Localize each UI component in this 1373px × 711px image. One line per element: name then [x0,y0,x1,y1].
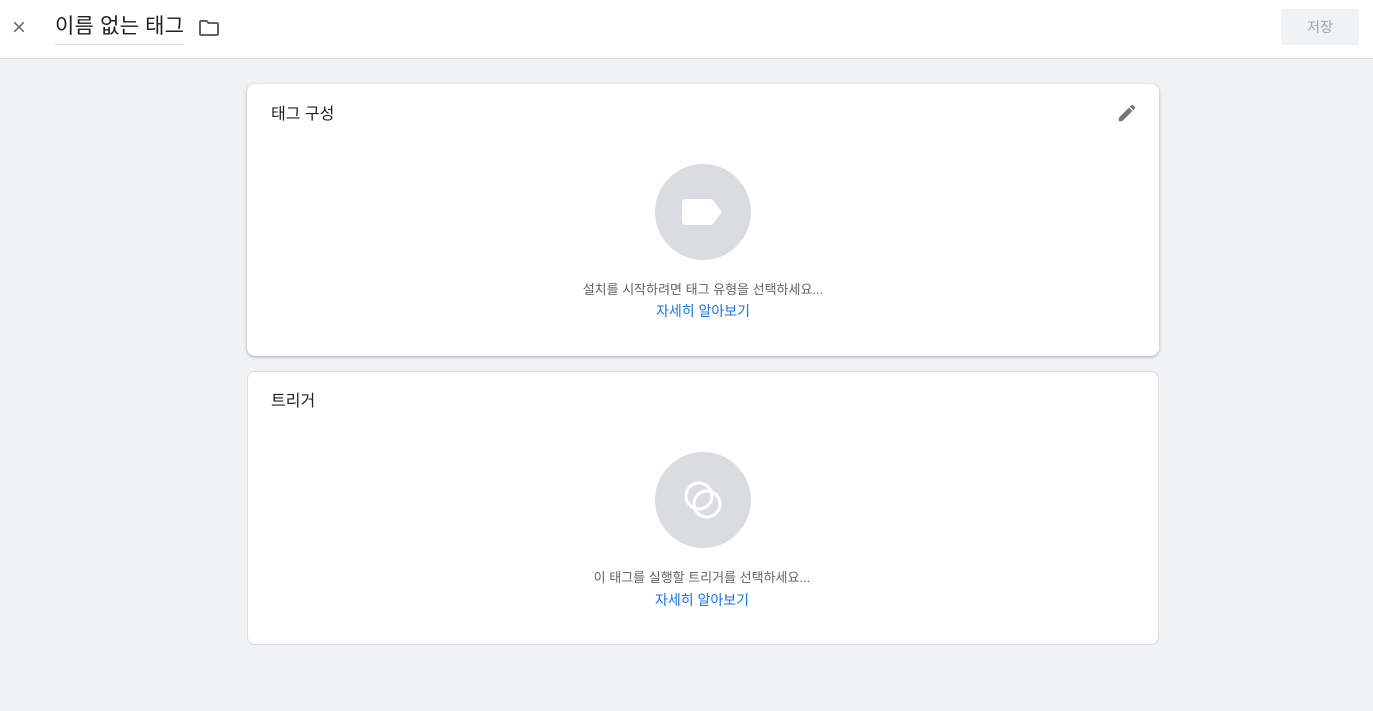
top-app-bar: 이름 없는 태그 저장 [0,0,1373,59]
trigger-icon [684,481,722,519]
tag-config-hint: 설치를 시작하려면 태그 유형을 선택하세요... [582,282,824,297]
close-icon [13,21,25,33]
learn-more-link: 자세히 알아보기 [247,590,1157,610]
trigger-placeholder[interactable] [655,452,751,548]
triggering-card[interactable]: 트리거 이 태그를 실행할 트리거를 선택하세요... 자세히 알아보기 [247,371,1159,645]
learn-more-link-text[interactable]: 자세히 알아보기 [656,303,750,319]
tag-icon [682,199,722,225]
tag-type-placeholder[interactable] [655,164,751,260]
close-button[interactable] [6,14,32,40]
card-title: 태그 구성 [271,106,335,123]
folder-button[interactable] [196,15,222,41]
trigger-hint: 이 태그를 실행할 트리거를 선택하세요... [593,570,811,585]
card-title: 트리거 [271,393,316,410]
tag-configuration-card[interactable]: 태그 구성 설치를 시작하려면 태그 유형을 선택하세요... 자세히 알아보기 [247,84,1159,356]
edit-button[interactable] [1115,101,1139,125]
tag-name-field[interactable]: 이름 없는 태그 [55,12,185,45]
learn-more-link: 자세히 알아보기 [247,301,1159,321]
folder-icon [199,20,219,36]
pencil-icon [1118,104,1136,122]
learn-more-link-text[interactable]: 자세히 알아보기 [655,592,749,608]
save-button[interactable]: 저장 [1281,9,1359,45]
tag-name: 이름 없는 태그 [55,15,185,38]
